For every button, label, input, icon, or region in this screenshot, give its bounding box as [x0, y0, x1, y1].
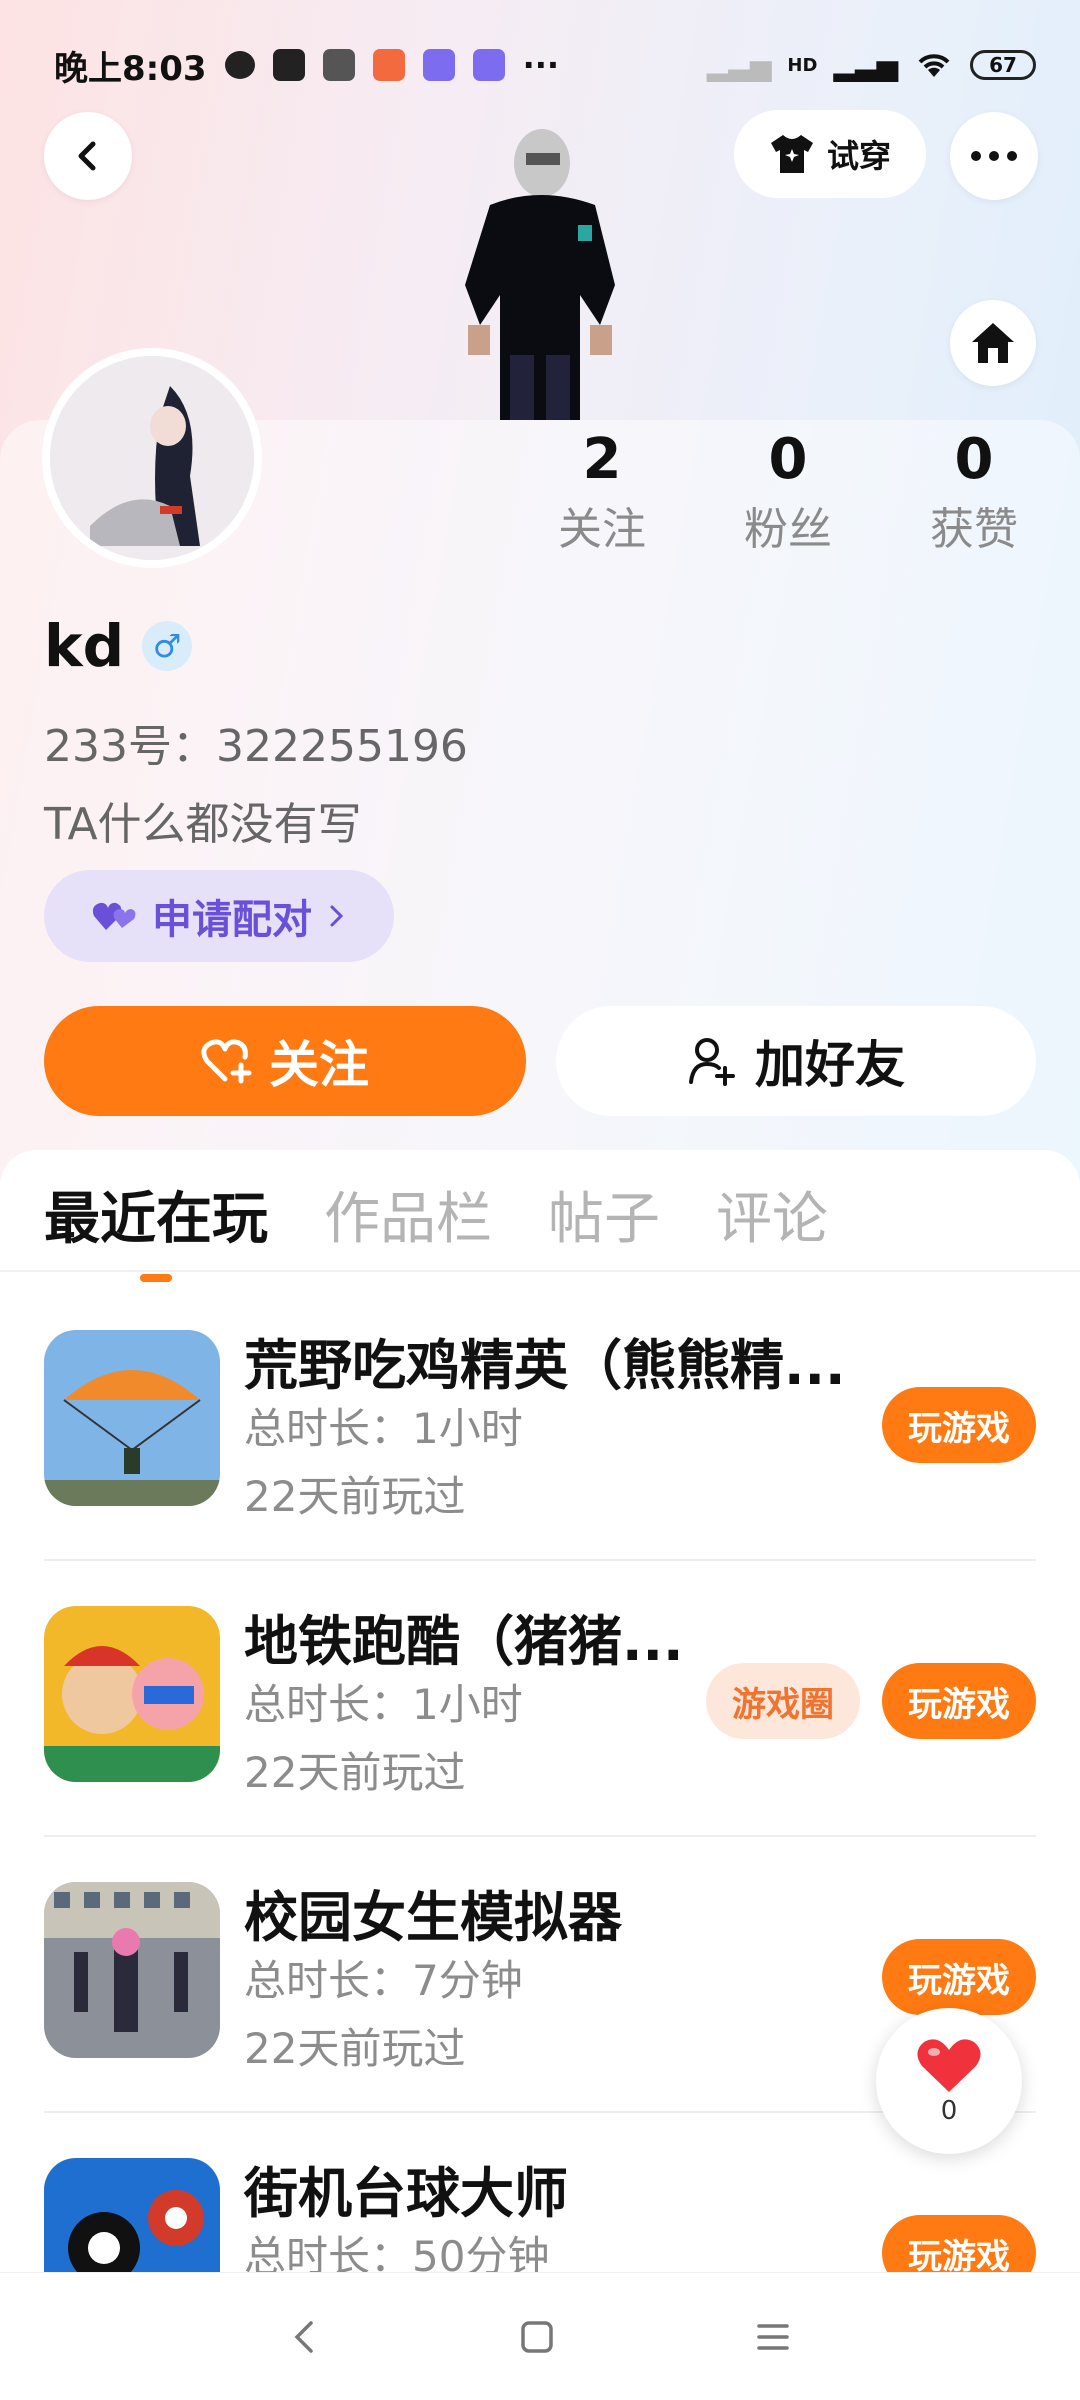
tab-posts[interactable]: 帖子 — [548, 1170, 660, 1270]
nav-home-icon[interactable] — [519, 2319, 555, 2355]
gender-symbol: ♂ — [152, 627, 182, 665]
tab-comments[interactable]: 评论 — [716, 1170, 828, 1270]
app-notification-icon — [472, 49, 505, 81]
status-bar: 晚上8:03 ··· ▂▃▅ HD ▂▃▅ 67 — [0, 0, 1080, 130]
avatar-image — [50, 356, 254, 560]
game-title: 街机台球大师 — [244, 2162, 568, 2225]
subway-game-image — [44, 1606, 220, 1782]
like-floating-button[interactable]: 0 — [876, 2008, 1022, 2154]
wechat-icon — [224, 51, 255, 79]
shirt-icon — [770, 135, 813, 173]
game-icon — [44, 1330, 220, 1506]
game-list-item[interactable]: 地铁跑酷（猪猪... 总时长：1小时 22天前玩过 游戏圈 玩游戏 — [0, 1561, 1080, 1837]
game-title: 荒野吃鸡精英（熊熊精... — [244, 1334, 846, 1397]
play-game-button[interactable]: 玩游戏 — [882, 1939, 1036, 2015]
more-options-button[interactable] — [950, 112, 1038, 200]
like-count: 0 — [940, 2096, 958, 2126]
heart-icon — [917, 2039, 981, 2092]
game-last-played: 22天前玩过 — [244, 1472, 466, 1521]
character-avatar — [465, 129, 615, 420]
home-button[interactable] — [950, 300, 1036, 386]
add-friend-label: 加好友 — [755, 1036, 905, 1094]
user-bio: TA什么都没有写 — [44, 799, 362, 850]
followers-count: 0 — [768, 427, 808, 492]
following-label: 关注 — [558, 504, 646, 555]
following-stat[interactable]: 2 关注 — [522, 420, 682, 560]
game-list-item[interactable]: 荒野吃鸡精英（熊熊精... 总时长：1小时 22天前玩过 玩游戏 — [0, 1285, 1080, 1561]
game-duration: 总时长：1小时 — [244, 1680, 523, 1729]
wifi-icon — [918, 54, 950, 77]
game-last-played: 22天前玩过 — [244, 2024, 466, 2073]
tab-works[interactable]: 作品栏 — [324, 1170, 492, 1270]
play-game-button[interactable]: 玩游戏 — [882, 1387, 1036, 1463]
tab-bar: 最近在玩 作品栏 帖子 评论 — [0, 1170, 1080, 1282]
likes-label: 获赞 — [930, 504, 1018, 555]
likes-stat[interactable]: 0 获赞 — [894, 420, 1054, 560]
game-duration: 总时长：1小时 — [244, 1404, 523, 1453]
tab-divider — [0, 1270, 1080, 1272]
more-notifications-icon: ··· — [522, 46, 560, 84]
game-icon — [44, 1606, 220, 1782]
parachute-game-image — [44, 1330, 220, 1506]
heart-plus-icon — [201, 1039, 252, 1084]
game-duration: 总时长：7分钟 — [244, 1956, 523, 2005]
nav-menu-icon[interactable] — [755, 2321, 791, 2353]
back-button[interactable] — [44, 112, 132, 200]
profile-name-row: kd ♂ — [44, 612, 193, 680]
signal-icon: ▂▃▅ — [706, 48, 772, 82]
battery-icon: 67 — [970, 50, 1036, 80]
game-circle-button[interactable]: 游戏圈 — [706, 1663, 860, 1739]
game-last-played: 22天前玩过 — [244, 1748, 466, 1797]
battery-level: 67 — [989, 53, 1017, 77]
follow-button[interactable]: 关注 — [44, 1006, 526, 1116]
followers-stat[interactable]: 0 粉丝 — [708, 420, 868, 560]
game-title: 校园女生模拟器 — [244, 1886, 622, 1949]
tab-recently-played[interactable]: 最近在玩 — [44, 1170, 268, 1282]
follow-label: 关注 — [269, 1036, 369, 1094]
try-on-label: 试穿 — [826, 137, 891, 175]
signal-strength-icon: ▂▃▅ — [833, 48, 898, 82]
school-game-image — [44, 1882, 220, 2058]
play-game-button[interactable]: 玩游戏 — [882, 1663, 1036, 1739]
game-title: 地铁跑酷（猪猪... — [244, 1610, 684, 1673]
add-user-icon — [689, 1038, 735, 1086]
chevron-left-icon — [78, 141, 96, 171]
app-notification-icon — [372, 49, 405, 81]
add-friend-button[interactable]: 加好友 — [556, 1006, 1036, 1116]
request-pair-button[interactable]: 申请配对 — [44, 870, 394, 962]
status-time: 晚上8:03 — [54, 48, 207, 89]
app-notification-icon — [322, 49, 355, 81]
message-icon — [272, 49, 305, 81]
network-type-label: HD — [787, 54, 818, 76]
request-pair-label: 申请配对 — [152, 897, 312, 943]
nav-back-icon[interactable] — [289, 2317, 319, 2357]
username: kd — [44, 612, 125, 680]
app-notification-icon — [422, 49, 455, 81]
user-id: 233号：322255196 — [44, 721, 468, 772]
male-gender-icon: ♂ — [142, 621, 193, 671]
followers-label: 粉丝 — [744, 504, 832, 555]
more-dots-icon — [971, 151, 1017, 161]
chevron-right-icon — [330, 905, 344, 927]
hearts-icon — [92, 902, 136, 930]
try-on-button[interactable]: 试穿 — [734, 110, 926, 198]
home-icon — [972, 323, 1014, 363]
likes-count: 0 — [954, 427, 994, 492]
game-icon — [44, 1882, 220, 2058]
avatar[interactable] — [42, 348, 262, 568]
system-navigation-bar — [0, 2272, 1080, 2400]
following-count: 2 — [582, 427, 622, 492]
